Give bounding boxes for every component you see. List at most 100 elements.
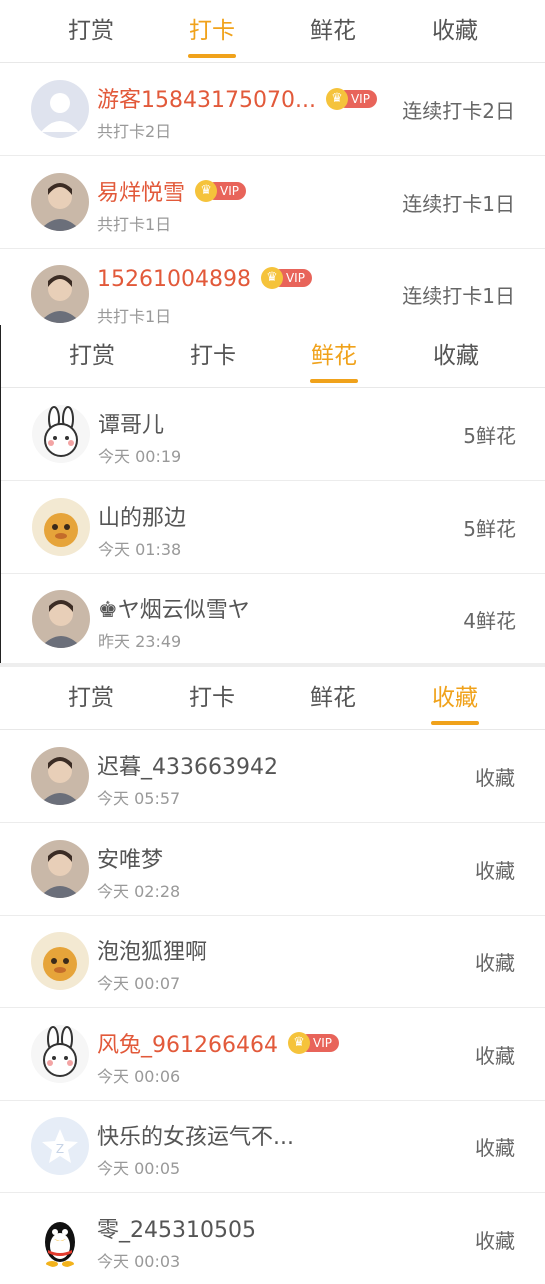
user-name: 快乐的女孩运气不... <box>97 1119 294 1151</box>
tab-favorites[interactable]: 收藏 <box>410 667 500 729</box>
vip-badge: ♛VIP <box>288 1030 339 1055</box>
user-name-text: 15261004898 <box>97 267 251 292</box>
default-user-avatar[interactable] <box>31 80 89 138</box>
user-name-text: ♚ヤ烟云似雪ヤ <box>98 598 250 623</box>
tab-label: 打赏 <box>68 685 114 711</box>
list-item[interactable]: 迟暮_433663942 今天 05:57 收藏 <box>0 730 545 823</box>
photo-avatar[interactable] <box>31 173 89 231</box>
photo-avatar[interactable] <box>31 840 89 898</box>
svg-text:Z: Z <box>56 1142 64 1156</box>
vip-badge: ♛VIP <box>195 178 246 203</box>
tab-bar: 打赏 打卡 鲜花 收藏 <box>0 0 545 63</box>
list-item[interactable]: 风兔_961266464 ♛VIP 今天 00:06 收藏 <box>0 1008 545 1101</box>
tab-checkin[interactable]: 打卡 <box>167 0 257 62</box>
photo-avatar[interactable] <box>32 590 90 648</box>
list-item[interactable]: 易烊悦雪 ♛VIP 共打卡1日 连续打卡1日 <box>0 156 545 249</box>
list-item[interactable]: 安唯梦今天 02:28收藏 <box>0 823 545 916</box>
tab-reward[interactable]: 打赏 <box>46 667 136 729</box>
item-status: 5鲜花 <box>463 513 516 542</box>
list-item[interactable]: 15261004898♛VIP共打卡1日连续打卡1日 <box>0 248 545 325</box>
tab-flowers[interactable]: 鲜花 <box>289 325 379 387</box>
user-name: 零_245310505 <box>97 1212 256 1244</box>
cartoon-avatar[interactable] <box>32 498 90 556</box>
tab-label: 打卡 <box>190 343 236 369</box>
item-subtitle: 昨天 23:49 <box>98 628 181 652</box>
user-name-text: 山的那边 <box>98 506 186 531</box>
list-item[interactable]: 游客15843175070...♛VIP共打卡2日连续打卡2日 <box>0 63 545 156</box>
photo-avatar[interactable] <box>31 265 89 323</box>
user-name-text: 游客15843175070... <box>97 88 316 113</box>
tab-label: 打赏 <box>69 343 115 369</box>
item-status: 连续打卡1日 <box>402 188 515 217</box>
user-name: 游客15843175070... ♛VIP <box>97 82 377 114</box>
user-name: 山的那边 <box>98 500 186 532</box>
tab-label: 收藏 <box>433 343 479 369</box>
item-status: 收藏 <box>475 1132 515 1161</box>
user-name: 15261004898 ♛VIP <box>97 267 312 293</box>
user-name: 易烊悦雪 ♛VIP <box>97 175 246 207</box>
rabbit-cartoon-avatar[interactable] <box>32 405 90 463</box>
user-name-text: 零_245310505 <box>97 1218 256 1243</box>
item-subtitle: 今天 00:06 <box>97 1063 180 1087</box>
flowers-panel: 打赏 打卡 鲜花 收藏谭哥儿今天 00:195鲜花山的那边今天 01:38 5鲜花 ♚ヤ烟… <box>0 325 545 663</box>
tab-label: 打赏 <box>68 18 114 44</box>
tab-label: 鲜花 <box>310 685 356 711</box>
user-name-text: 安唯梦 <box>97 848 163 873</box>
item-status: 收藏 <box>475 1040 515 1069</box>
item-status: 收藏 <box>475 1225 515 1254</box>
vip-badge: ♛VIP <box>261 265 312 290</box>
active-tab-underline <box>310 379 358 383</box>
crown-icon: ♛ <box>288 1032 310 1054</box>
crown-icon: ♛ <box>326 88 348 110</box>
user-name-text: 迟暮_433663942 <box>97 755 278 780</box>
crown-icon: ♛ <box>261 267 283 289</box>
list-item[interactable]: Z 快乐的女孩运气不... 今天 00:05 收藏 <box>0 1100 545 1193</box>
user-name-text: 谭哥儿 <box>98 413 164 438</box>
item-subtitle: 今天 01:38 <box>98 536 181 560</box>
item-subtitle: 共打卡2日 <box>97 118 171 142</box>
item-status: 5鲜花 <box>463 420 516 449</box>
tab-checkin[interactable]: 打卡 <box>167 667 257 729</box>
photo-avatar[interactable] <box>31 747 89 805</box>
tab-label: 收藏 <box>432 18 478 44</box>
vip-badge: ♛VIP <box>326 86 377 111</box>
rabbit-cartoon-avatar[interactable] <box>31 1025 89 1083</box>
tab-bar: 打赏 打卡 鲜花 收藏 <box>0 667 545 730</box>
list-item[interactable]: 泡泡狐狸啊今天 00:07收藏 <box>0 915 545 1008</box>
item-subtitle: 共打卡1日 <box>97 303 171 325</box>
tab-favorites[interactable]: 收藏 <box>411 325 501 387</box>
user-name: 迟暮_433663942 <box>97 749 278 781</box>
favorites-panel: 打赏打卡鲜花收藏迟暮_433663942今天 05:57收藏安唯梦今天 02:2… <box>0 663 545 1284</box>
tab-reward[interactable]: 打赏 <box>46 0 136 62</box>
user-name-text: 快乐的女孩运气不... <box>97 1125 294 1150</box>
tab-checkin[interactable]: 打卡 <box>168 325 258 387</box>
tab-bar: 打赏 打卡 鲜花 收藏 <box>1 325 545 388</box>
tab-label: 收藏 <box>432 685 478 711</box>
list-item[interactable]: 零_245310505 今天 00:03 收藏 <box>0 1193 545 1284</box>
item-status: 收藏 <box>475 762 515 791</box>
cartoon-avatar[interactable] <box>31 932 89 990</box>
tab-favorites[interactable]: 收藏 <box>410 0 500 62</box>
user-name-text: 泡泡狐狸啊 <box>97 940 207 965</box>
list-item[interactable]: 山的那边今天 01:38 5鲜花 <box>1 481 545 574</box>
item-subtitle: 今天 05:57 <box>97 785 180 809</box>
tab-label: 打卡 <box>189 685 235 711</box>
tab-reward[interactable]: 打赏 <box>47 325 137 387</box>
checkin-panel: 打赏打卡鲜花收藏游客15843175070...♛VIP共打卡2日连续打卡2日易… <box>0 0 545 325</box>
list-item[interactable]: ♚ヤ烟云似雪ヤ昨天 23:494鲜花 <box>1 573 545 663</box>
item-subtitle: 共打卡1日 <box>97 211 171 235</box>
list-item[interactable]: 谭哥儿今天 00:195鲜花 <box>1 388 545 481</box>
user-name: 安唯梦 <box>97 842 163 874</box>
user-name-text: 易烊悦雪 <box>97 181 185 206</box>
user-name: 谭哥儿 <box>98 407 164 439</box>
item-subtitle: 今天 00:05 <box>97 1155 180 1179</box>
tab-label: 打卡 <box>189 18 235 44</box>
item-subtitle: 今天 02:28 <box>97 878 180 902</box>
user-name-text: 风兔_961266464 <box>97 1033 278 1058</box>
item-subtitle: 今天 00:03 <box>97 1248 180 1272</box>
penguin-avatar[interactable] <box>31 1210 89 1268</box>
user-name: 泡泡狐狸啊 <box>97 934 207 966</box>
tab-flowers[interactable]: 鲜花 <box>288 0 378 62</box>
tab-flowers[interactable]: 鲜花 <box>288 667 378 729</box>
qzone-default-avatar[interactable]: Z <box>31 1117 89 1175</box>
